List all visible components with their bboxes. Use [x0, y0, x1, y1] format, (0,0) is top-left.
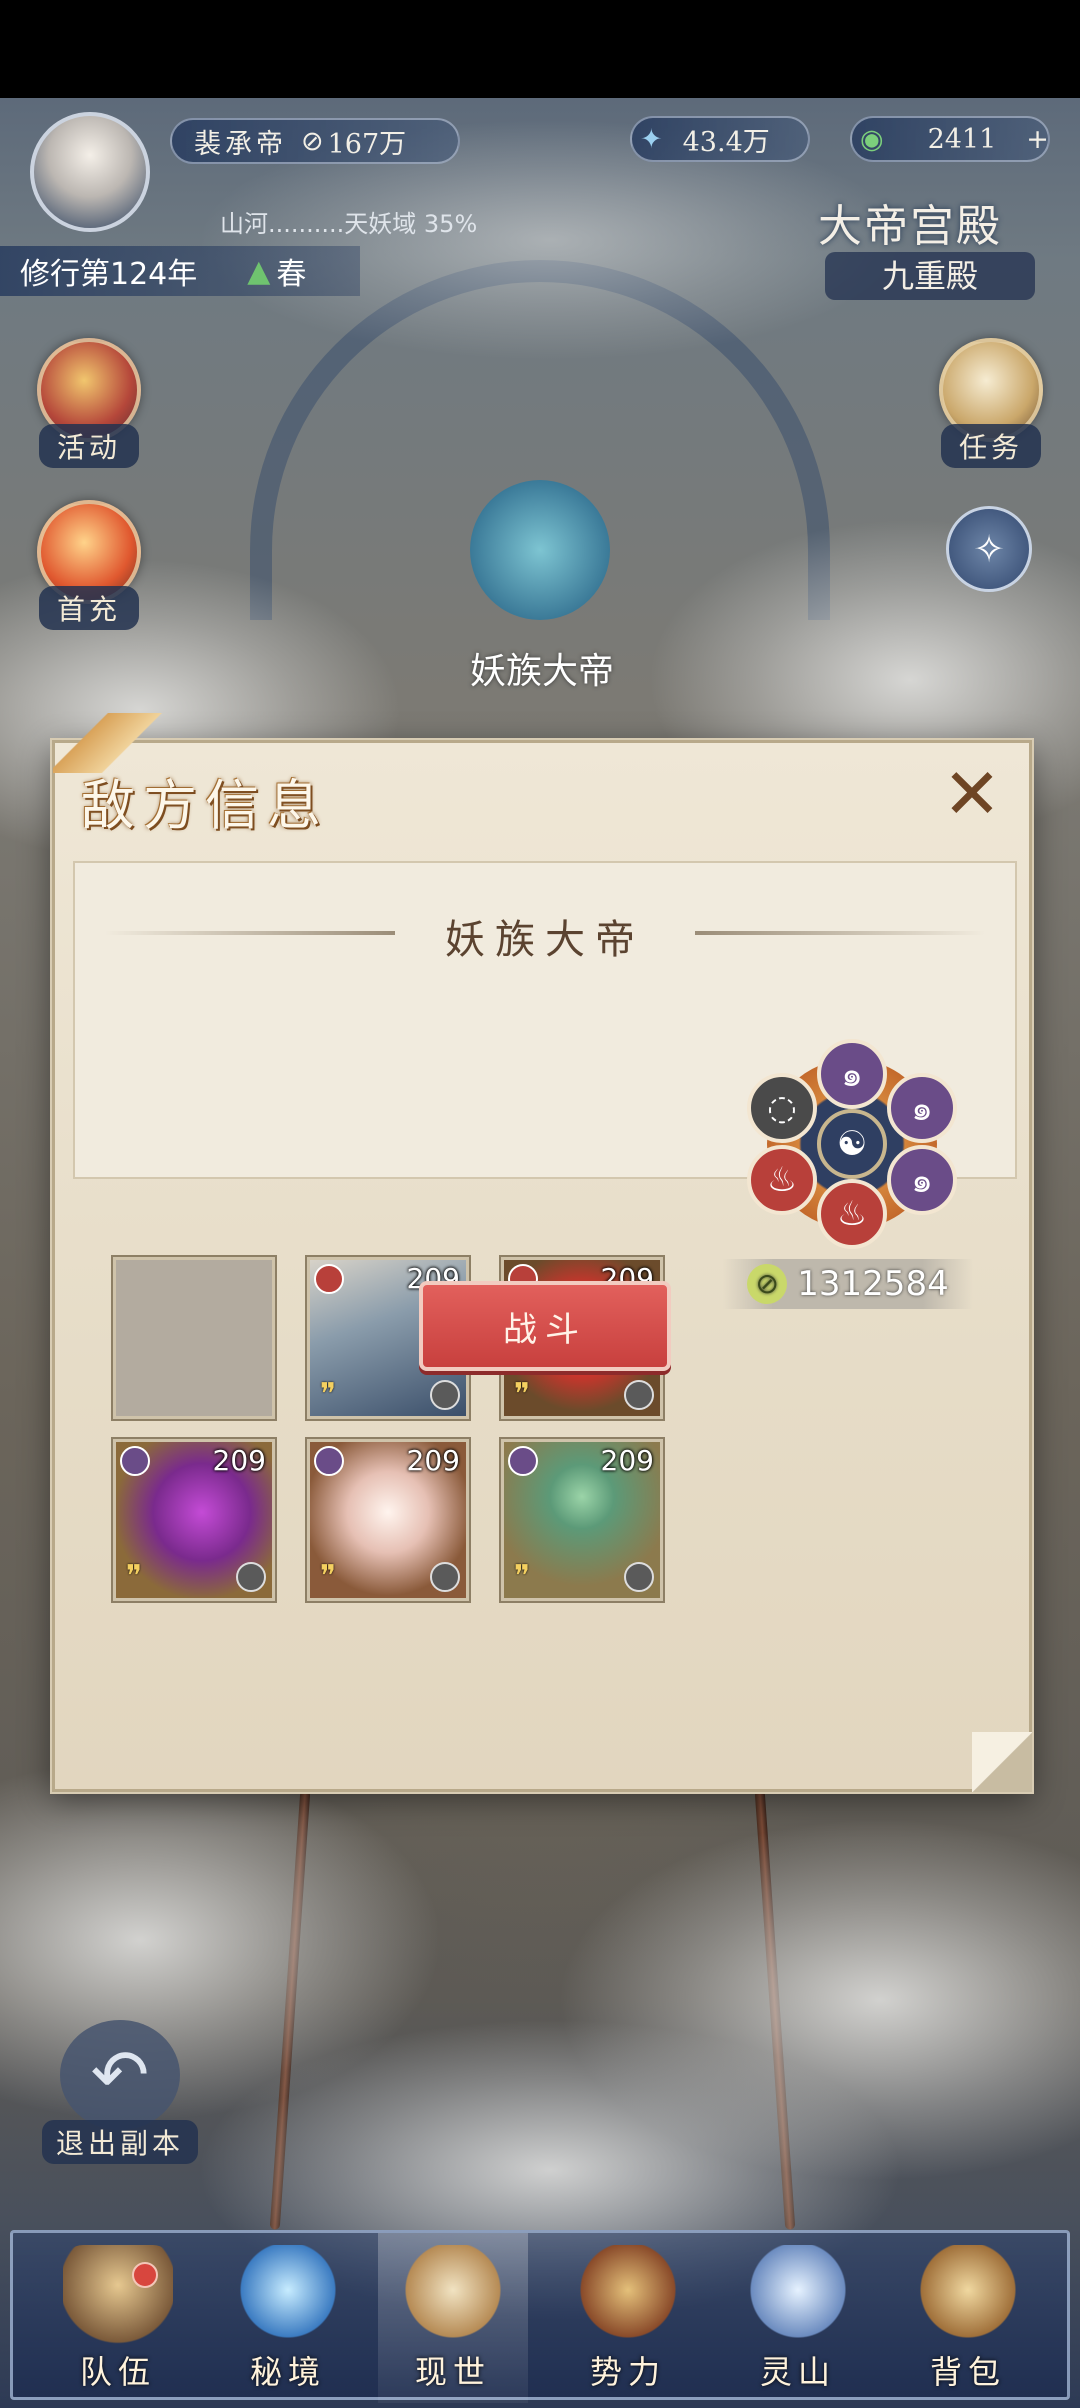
crystal-icon: ✦: [640, 123, 663, 155]
spirit-value: 43.4万: [682, 126, 770, 158]
jade-value: 2411: [927, 123, 997, 155]
fire-node-icon: ♨: [747, 1145, 817, 1215]
star-icon: ❞: [514, 1377, 531, 1412]
activity-label: 活动: [38, 424, 139, 468]
exit-dungeon-button[interactable]: ↶ 退出副本: [30, 2020, 210, 2170]
activity-button[interactable]: 活动: [24, 338, 154, 468]
fight-label: 战斗: [503, 1309, 587, 1350]
spirit-node-icon: ๑: [887, 1145, 957, 1215]
season: 春: [276, 257, 307, 292]
player-title-bar[interactable]: 裴承帝 ⊘ 167万: [170, 118, 460, 164]
spirit-currency[interactable]: ✦ 43.4万: [630, 116, 810, 162]
mountain-icon: [743, 2245, 853, 2345]
nav-label: 现世: [414, 2353, 491, 2391]
dialog-title: 敌方信息: [81, 774, 329, 837]
spirit-node-icon: ๑: [817, 1039, 887, 1109]
exit-dungeon-label: 退出副本: [41, 2120, 198, 2164]
spirit-element-icon: [508, 1446, 538, 1476]
backpack-icon: [913, 2245, 1023, 2345]
nav-secret-realm[interactable]: 秘境: [213, 2233, 363, 2403]
star-icon: ❞: [320, 1559, 337, 1594]
power-value: 1312584: [797, 1264, 949, 1304]
divider-right: [695, 931, 985, 935]
unit-level: 209: [212, 1444, 266, 1477]
cultivation-year: 修行第124年: [20, 257, 198, 292]
unit-level: 209: [406, 1444, 460, 1477]
task-button[interactable]: 任务: [926, 338, 1056, 468]
nav-spirit-mountain[interactable]: 灵山: [723, 2233, 873, 2403]
player-name: 裴承帝: [194, 128, 287, 160]
progress-text: 山河..........天妖域 35%: [220, 210, 478, 238]
lineup-slot-lotus[interactable]: 209 ❞: [307, 1439, 469, 1601]
palace-subtitle: 九重殿: [825, 252, 1035, 300]
palace-title[interactable]: 大帝宫殿: [760, 190, 1060, 254]
first-recharge-button[interactable]: 首充: [24, 500, 154, 630]
lineup-slot-crescent[interactable]: 209 ❞: [113, 1439, 275, 1601]
first-recharge-label: 首充: [38, 586, 139, 630]
spirit-element-icon: [314, 1446, 344, 1476]
return-arrow-icon: ↶: [60, 2020, 180, 2130]
fire-element-icon: [314, 1264, 344, 1294]
lineup-slot-green-lotus[interactable]: 209 ❞: [501, 1439, 663, 1601]
spirit-node-icon: ๑: [887, 1073, 957, 1143]
power-icon: ⊘: [747, 1264, 788, 1304]
rank-icon: [236, 1562, 266, 1592]
rank-icon: [624, 1380, 654, 1410]
compass-icon: ✧: [973, 527, 1005, 571]
rank-icon: [624, 1562, 654, 1592]
page-curl: [972, 1732, 1032, 1792]
palace-orb: [470, 480, 610, 620]
nav-label: 背包: [929, 2353, 1006, 2391]
nav-backpack[interactable]: 背包: [893, 2233, 1043, 2403]
jade-icon: ◉: [860, 123, 884, 155]
bottom-nav: 队伍 秘境 现世 势力 灵山 背包: [10, 2230, 1070, 2403]
nav-label: 势力: [589, 2353, 666, 2391]
nav-present-world[interactable]: 现世: [378, 2233, 528, 2403]
map-icon: [398, 2245, 508, 2345]
jade-currency[interactable]: ◉ 2411 +: [850, 116, 1050, 162]
compass-button[interactable]: ✧: [946, 506, 1032, 592]
pagoda-icon: [573, 2245, 683, 2345]
enemy-info-dialog: 敌方信息 ✕ 妖族大帝 209 ❞ 209 ❞ 209 ❞ 209 ❞ 209 …: [52, 713, 1032, 1792]
rank-icon: [430, 1380, 460, 1410]
star-icon: ❞: [514, 1559, 531, 1594]
enemy-name: 妖族大帝: [445, 917, 645, 963]
unit-level: 209: [600, 1444, 654, 1477]
add-icon[interactable]: +: [1026, 124, 1049, 155]
avatar[interactable]: [30, 112, 150, 232]
vortex-icon: [233, 2245, 343, 2345]
star-icon: ❞: [126, 1559, 143, 1594]
power-icon: ⊘: [301, 125, 324, 157]
team-icon: [63, 2245, 173, 2345]
tree-icon: ▲: [247, 253, 271, 289]
center-yin-yang-icon: ☯: [817, 1109, 887, 1179]
nav-faction[interactable]: 势力: [553, 2233, 703, 2403]
notification-dot: [132, 2262, 158, 2288]
task-label: 任务: [940, 424, 1041, 468]
cultivation-bar: 修行第124年 ▲ 春: [0, 246, 360, 296]
lineup-slot-empty[interactable]: [113, 1257, 275, 1419]
player-power: 167万: [327, 128, 407, 160]
power-display: ⊘ 1312584: [723, 1259, 973, 1309]
nav-label: 灵山: [759, 2353, 836, 2391]
close-icon: ✕: [942, 753, 1002, 835]
game-screen: 裴承帝 ⊘ 167万 ✦ 43.4万 ◉ 2411 + 山河..........…: [0, 0, 1080, 2408]
empty-node-icon: ◌: [747, 1073, 817, 1143]
rank-icon: [430, 1562, 460, 1592]
fire-node-icon: ♨: [817, 1179, 887, 1249]
nav-team[interactable]: 队伍: [43, 2233, 193, 2403]
spirit-element-icon: [120, 1446, 150, 1476]
formation-wheel[interactable]: ☯ ๑ ๑ ๑ ♨ ♨ ◌: [747, 1039, 957, 1249]
nav-label: 队伍: [79, 2353, 156, 2391]
star-icon: ❞: [320, 1377, 337, 1412]
close-button[interactable]: ✕: [937, 759, 1007, 829]
fight-button[interactable]: 战斗: [419, 1281, 671, 1371]
boss-label: 妖族大帝: [470, 651, 615, 692]
nav-label: 秘境: [249, 2353, 326, 2391]
